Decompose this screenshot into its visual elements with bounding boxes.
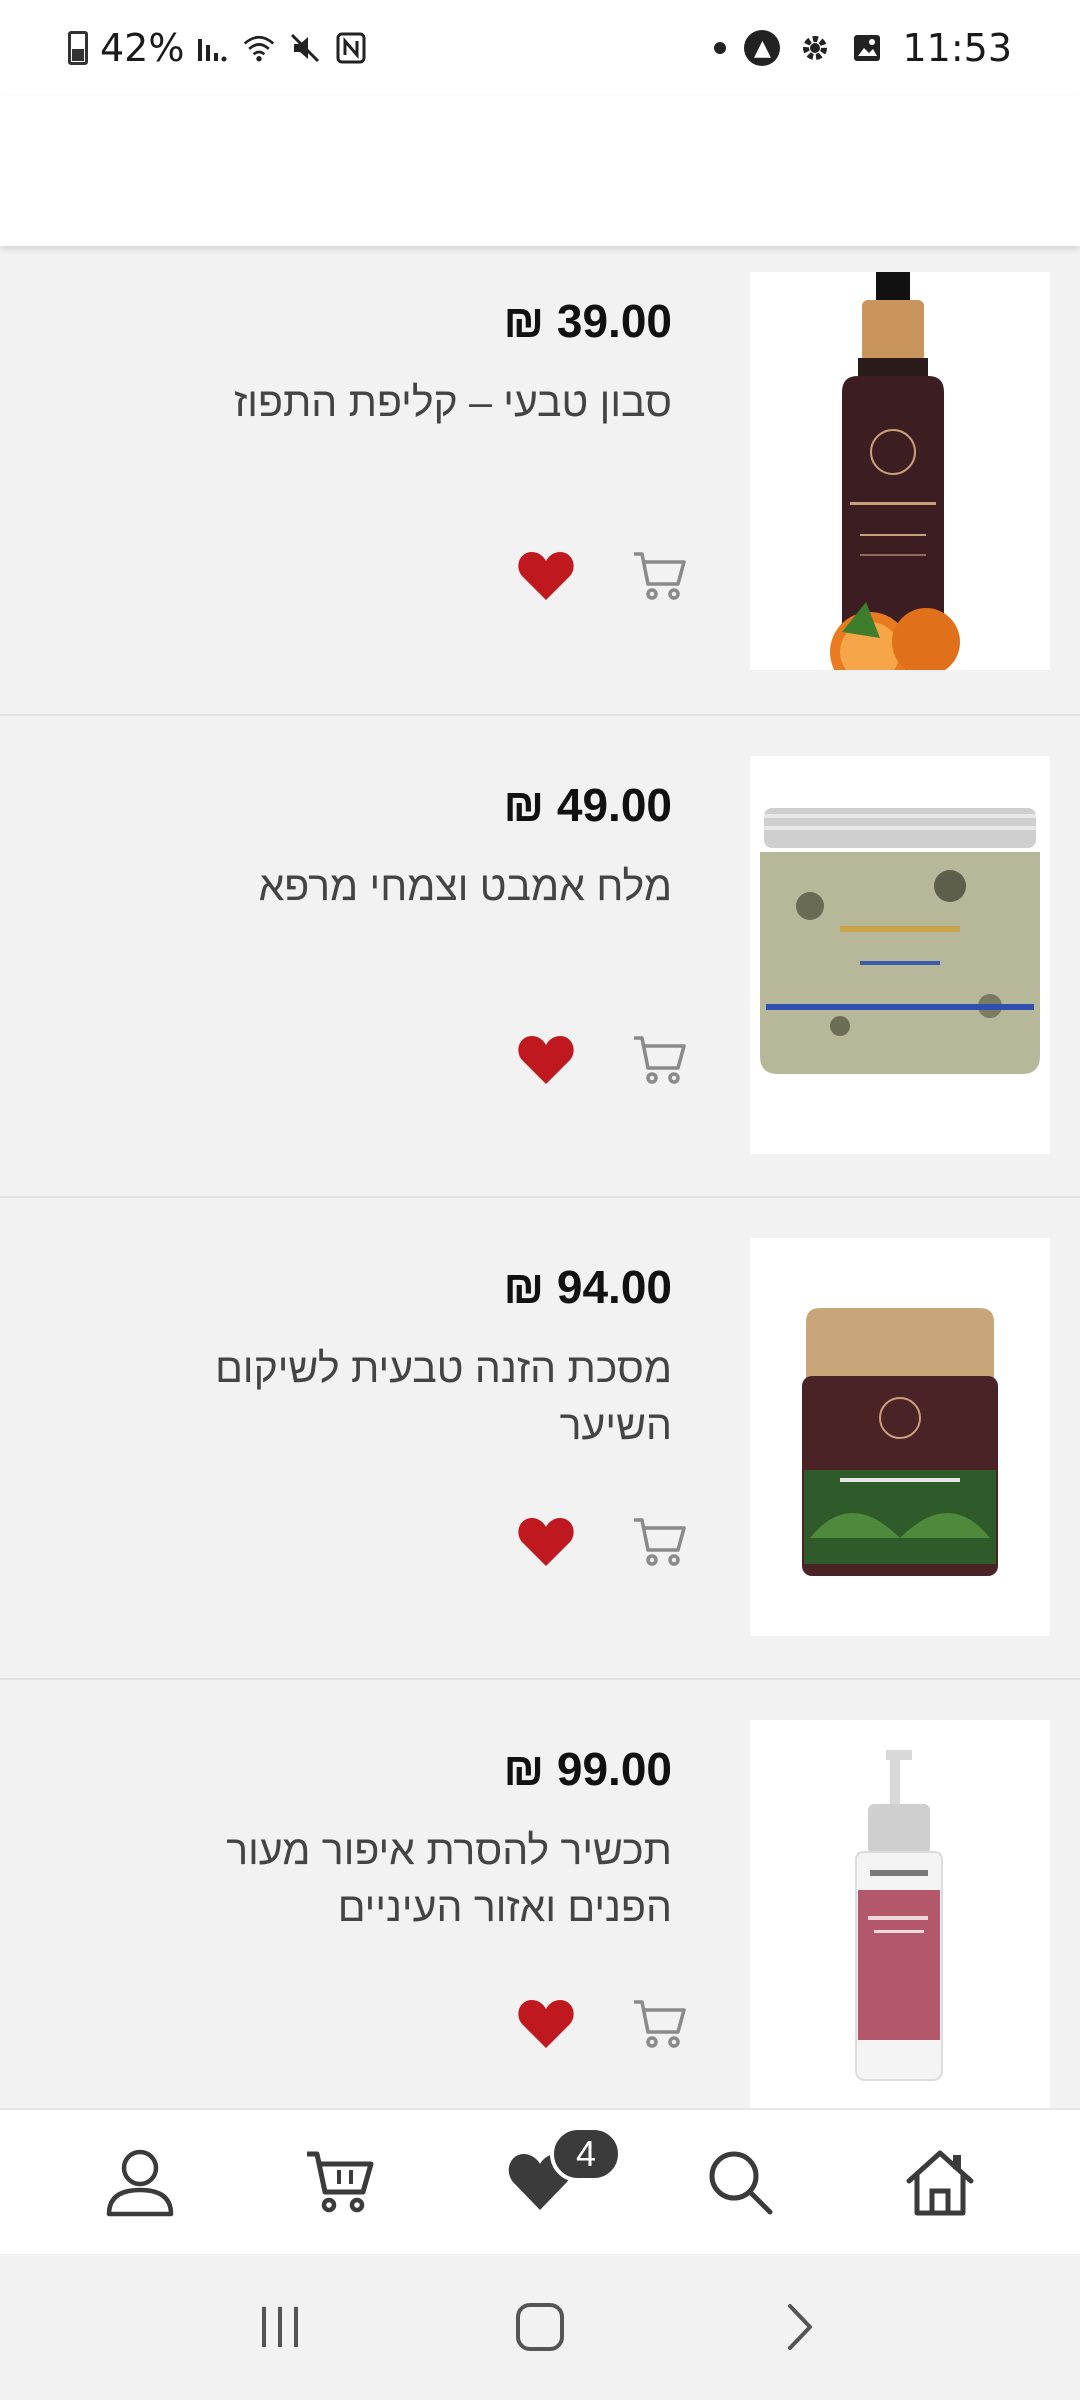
product-price: 94.00 ₪ [503, 1261, 672, 1313]
product-name[interactable]: מלח אמבט וצמחי מרפא [152, 858, 672, 915]
signal-icon [196, 31, 230, 65]
heart-icon [518, 1518, 574, 1566]
nav-wishlist[interactable]: 4 [492, 2126, 622, 2230]
product-name[interactable]: תכשיר להסרת איפור מעור הפנים ואזור העיני… [152, 1822, 672, 1936]
home-icon [906, 2150, 974, 2216]
product-image-hair-mask-jar[interactable] [750, 1238, 1050, 1636]
recent-apps-button[interactable] [240, 2287, 320, 2367]
product-name[interactable]: סבון טבעי – קליפת התפוז [152, 374, 672, 431]
home-button[interactable] [500, 2287, 580, 2367]
back-button[interactable] [760, 2287, 840, 2367]
wishlist-heart-button[interactable] [516, 1994, 576, 2054]
product-item[interactable]: 94.00 ₪ מסכת הזנה טבעית לשיקום השיער [0, 1198, 1080, 1680]
search-icon [709, 2151, 773, 2215]
product-actions [516, 1994, 690, 2054]
home-square-icon [516, 2303, 564, 2351]
battery-icon [68, 31, 88, 65]
status-bar: 42% ▲ 11:53 [0, 0, 1080, 96]
nfc-icon [334, 31, 368, 65]
product-price: 49.00 ₪ [503, 779, 672, 831]
product-actions [516, 1512, 690, 1572]
wishlist-count-badge: 4 [550, 2126, 622, 2182]
add-to-cart-button[interactable] [630, 1512, 690, 1572]
status-right: ▲ 11:53 [714, 26, 1012, 70]
product-image-bath-salt-jar[interactable] [750, 756, 1050, 1154]
nav-home[interactable] [892, 2134, 988, 2230]
product-price: 99.00 ₪ [503, 1743, 672, 1795]
wishlist-product-list[interactable]: 39.00 ₪ סבון טבעי – קליפת התפוז 49.00 ₪ … [0, 246, 1080, 2108]
cart-icon [634, 1518, 686, 1566]
bottom-navigation: 4 [0, 2108, 1080, 2254]
heart-icon [518, 2000, 574, 2048]
nav-search[interactable] [692, 2134, 788, 2230]
nav-cart[interactable] [292, 2134, 388, 2230]
settings-gear-icon [798, 31, 832, 65]
nav-account[interactable] [92, 2134, 188, 2230]
clock-time: 11:53 [902, 26, 1012, 70]
cart-icon [307, 2151, 374, 2213]
battery-level: 42% [100, 26, 185, 70]
product-actions [516, 546, 690, 606]
recent-apps-icon [262, 2307, 298, 2347]
wifi-icon [242, 31, 276, 65]
app-header [0, 96, 1080, 246]
product-image-orange-body-wash[interactable] [750, 272, 1050, 670]
product-item[interactable]: 39.00 ₪ סבון טבעי – קליפת התפוז [0, 246, 1080, 716]
status-left: 42% [68, 26, 368, 70]
add-to-cart-button[interactable] [630, 1994, 690, 2054]
wishlist-heart-button[interactable] [516, 1030, 576, 1090]
product-image-makeup-remover-bottle[interactable] [750, 1720, 1050, 2108]
user-icon [106, 2149, 174, 2217]
cart-icon [634, 2000, 686, 2048]
chevron-right-icon [788, 2304, 812, 2350]
wishlist-heart-button[interactable] [516, 546, 576, 606]
app-notification-icon: ▲ [744, 30, 781, 66]
cart-icon [634, 1036, 686, 1084]
product-name[interactable]: מסכת הזנה טבעית לשיקום השיער [152, 1340, 672, 1454]
notification-dot-icon [714, 42, 727, 54]
product-actions [516, 1030, 690, 1090]
image-icon [850, 31, 884, 65]
app-screen: 42% ▲ 11:53 39.00 ₪ סבון טבעי – קליפת הת… [0, 0, 1080, 2400]
product-item[interactable]: 99.00 ₪ תכשיר להסרת איפור מעור הפנים ואז… [0, 1680, 1080, 2108]
add-to-cart-button[interactable] [630, 546, 690, 606]
product-item[interactable]: 49.00 ₪ מלח אמבט וצמחי מרפא [0, 716, 1080, 1198]
wishlist-heart-button[interactable] [516, 1512, 576, 1572]
system-navigation-bar [0, 2254, 1080, 2400]
heart-icon [518, 1036, 574, 1084]
mute-icon [288, 31, 322, 65]
add-to-cart-button[interactable] [630, 1030, 690, 1090]
heart-icon [518, 552, 574, 600]
product-price: 39.00 ₪ [503, 295, 672, 347]
cart-icon [634, 552, 686, 600]
